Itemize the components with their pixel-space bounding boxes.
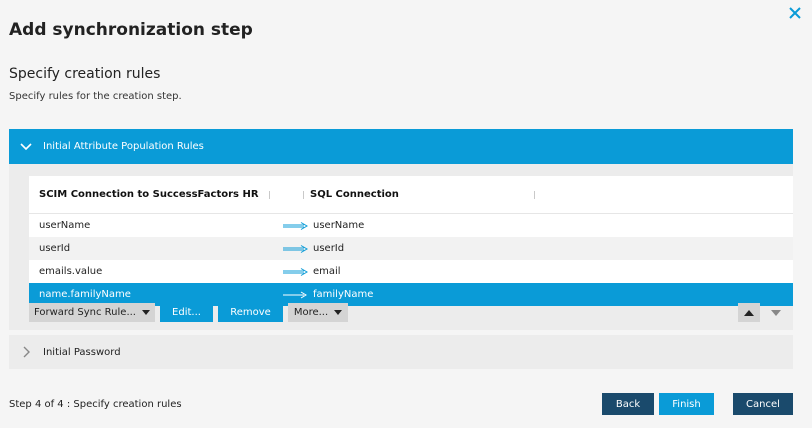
accordion-initial-password[interactable]: Initial Password — [9, 335, 793, 369]
finish-button[interactable]: Finish — [659, 393, 714, 415]
target-attribute: userName — [313, 220, 365, 231]
move-up-button[interactable] — [738, 303, 760, 322]
chevron-down-icon — [141, 310, 150, 315]
table-row[interactable]: userName userName — [29, 214, 793, 237]
grid-toolbar: Forward Sync Rule... Edit... Remove More… — [29, 303, 793, 325]
mapping-grid: SCIM Connection to SuccessFactors HR SQL… — [29, 176, 793, 306]
column-header-source[interactable]: SCIM Connection to SuccessFactors HR — [29, 189, 269, 200]
accordion-label: Initial Attribute Population Rules — [43, 141, 204, 152]
arrow-right-icon — [279, 291, 313, 299]
forward-sync-rule-dropdown[interactable]: Forward Sync Rule... — [29, 303, 155, 322]
section-title: Specify creation rules — [9, 66, 161, 82]
edit-button[interactable]: Edit... — [160, 303, 213, 322]
close-icon[interactable] — [786, 4, 804, 22]
remove-button[interactable]: Remove — [218, 303, 283, 322]
arrow-right-icon — [279, 267, 313, 276]
dialog-title: Add synchronization step — [9, 20, 253, 40]
chevron-down-icon — [19, 140, 33, 154]
accordion-initial-attribute-rules[interactable]: Initial Attribute Population Rules — [9, 129, 793, 164]
move-down-button[interactable] — [765, 303, 787, 322]
target-attribute: userId — [313, 243, 345, 254]
table-row[interactable]: userId userId — [29, 237, 793, 260]
source-attribute: emails.value — [39, 266, 103, 277]
table-row[interactable]: emails.value email — [29, 260, 793, 283]
rules-panel: SCIM Connection to SuccessFactors HR SQL… — [9, 164, 793, 330]
source-attribute: userName — [39, 220, 91, 231]
step-status: Step 4 of 4 : Specify creation rules — [9, 399, 182, 410]
chevron-down-icon — [334, 310, 343, 315]
triangle-down-icon — [771, 309, 781, 316]
back-button[interactable]: Back — [602, 393, 654, 415]
target-attribute: familyName — [313, 289, 374, 300]
more-dropdown[interactable]: More... — [288, 303, 348, 322]
arrow-right-icon — [279, 221, 313, 230]
cancel-button[interactable]: Cancel — [733, 393, 793, 415]
target-attribute: email — [313, 266, 341, 277]
chevron-right-icon — [19, 345, 33, 359]
forward-sync-label: Forward Sync Rule... — [34, 307, 136, 318]
more-label: More... — [293, 307, 329, 318]
accordion-label: Initial Password — [43, 346, 121, 358]
triangle-up-icon — [744, 309, 754, 316]
column-separator[interactable] — [534, 190, 535, 199]
grid-header: SCIM Connection to SuccessFactors HR SQL… — [29, 176, 793, 214]
source-attribute: name.familyName — [39, 289, 131, 300]
section-description: Specify rules for the creation step. — [9, 91, 182, 102]
arrow-right-icon — [279, 244, 313, 253]
source-attribute: userId — [39, 243, 71, 254]
column-header-target[interactable]: SQL Connection — [304, 189, 534, 200]
